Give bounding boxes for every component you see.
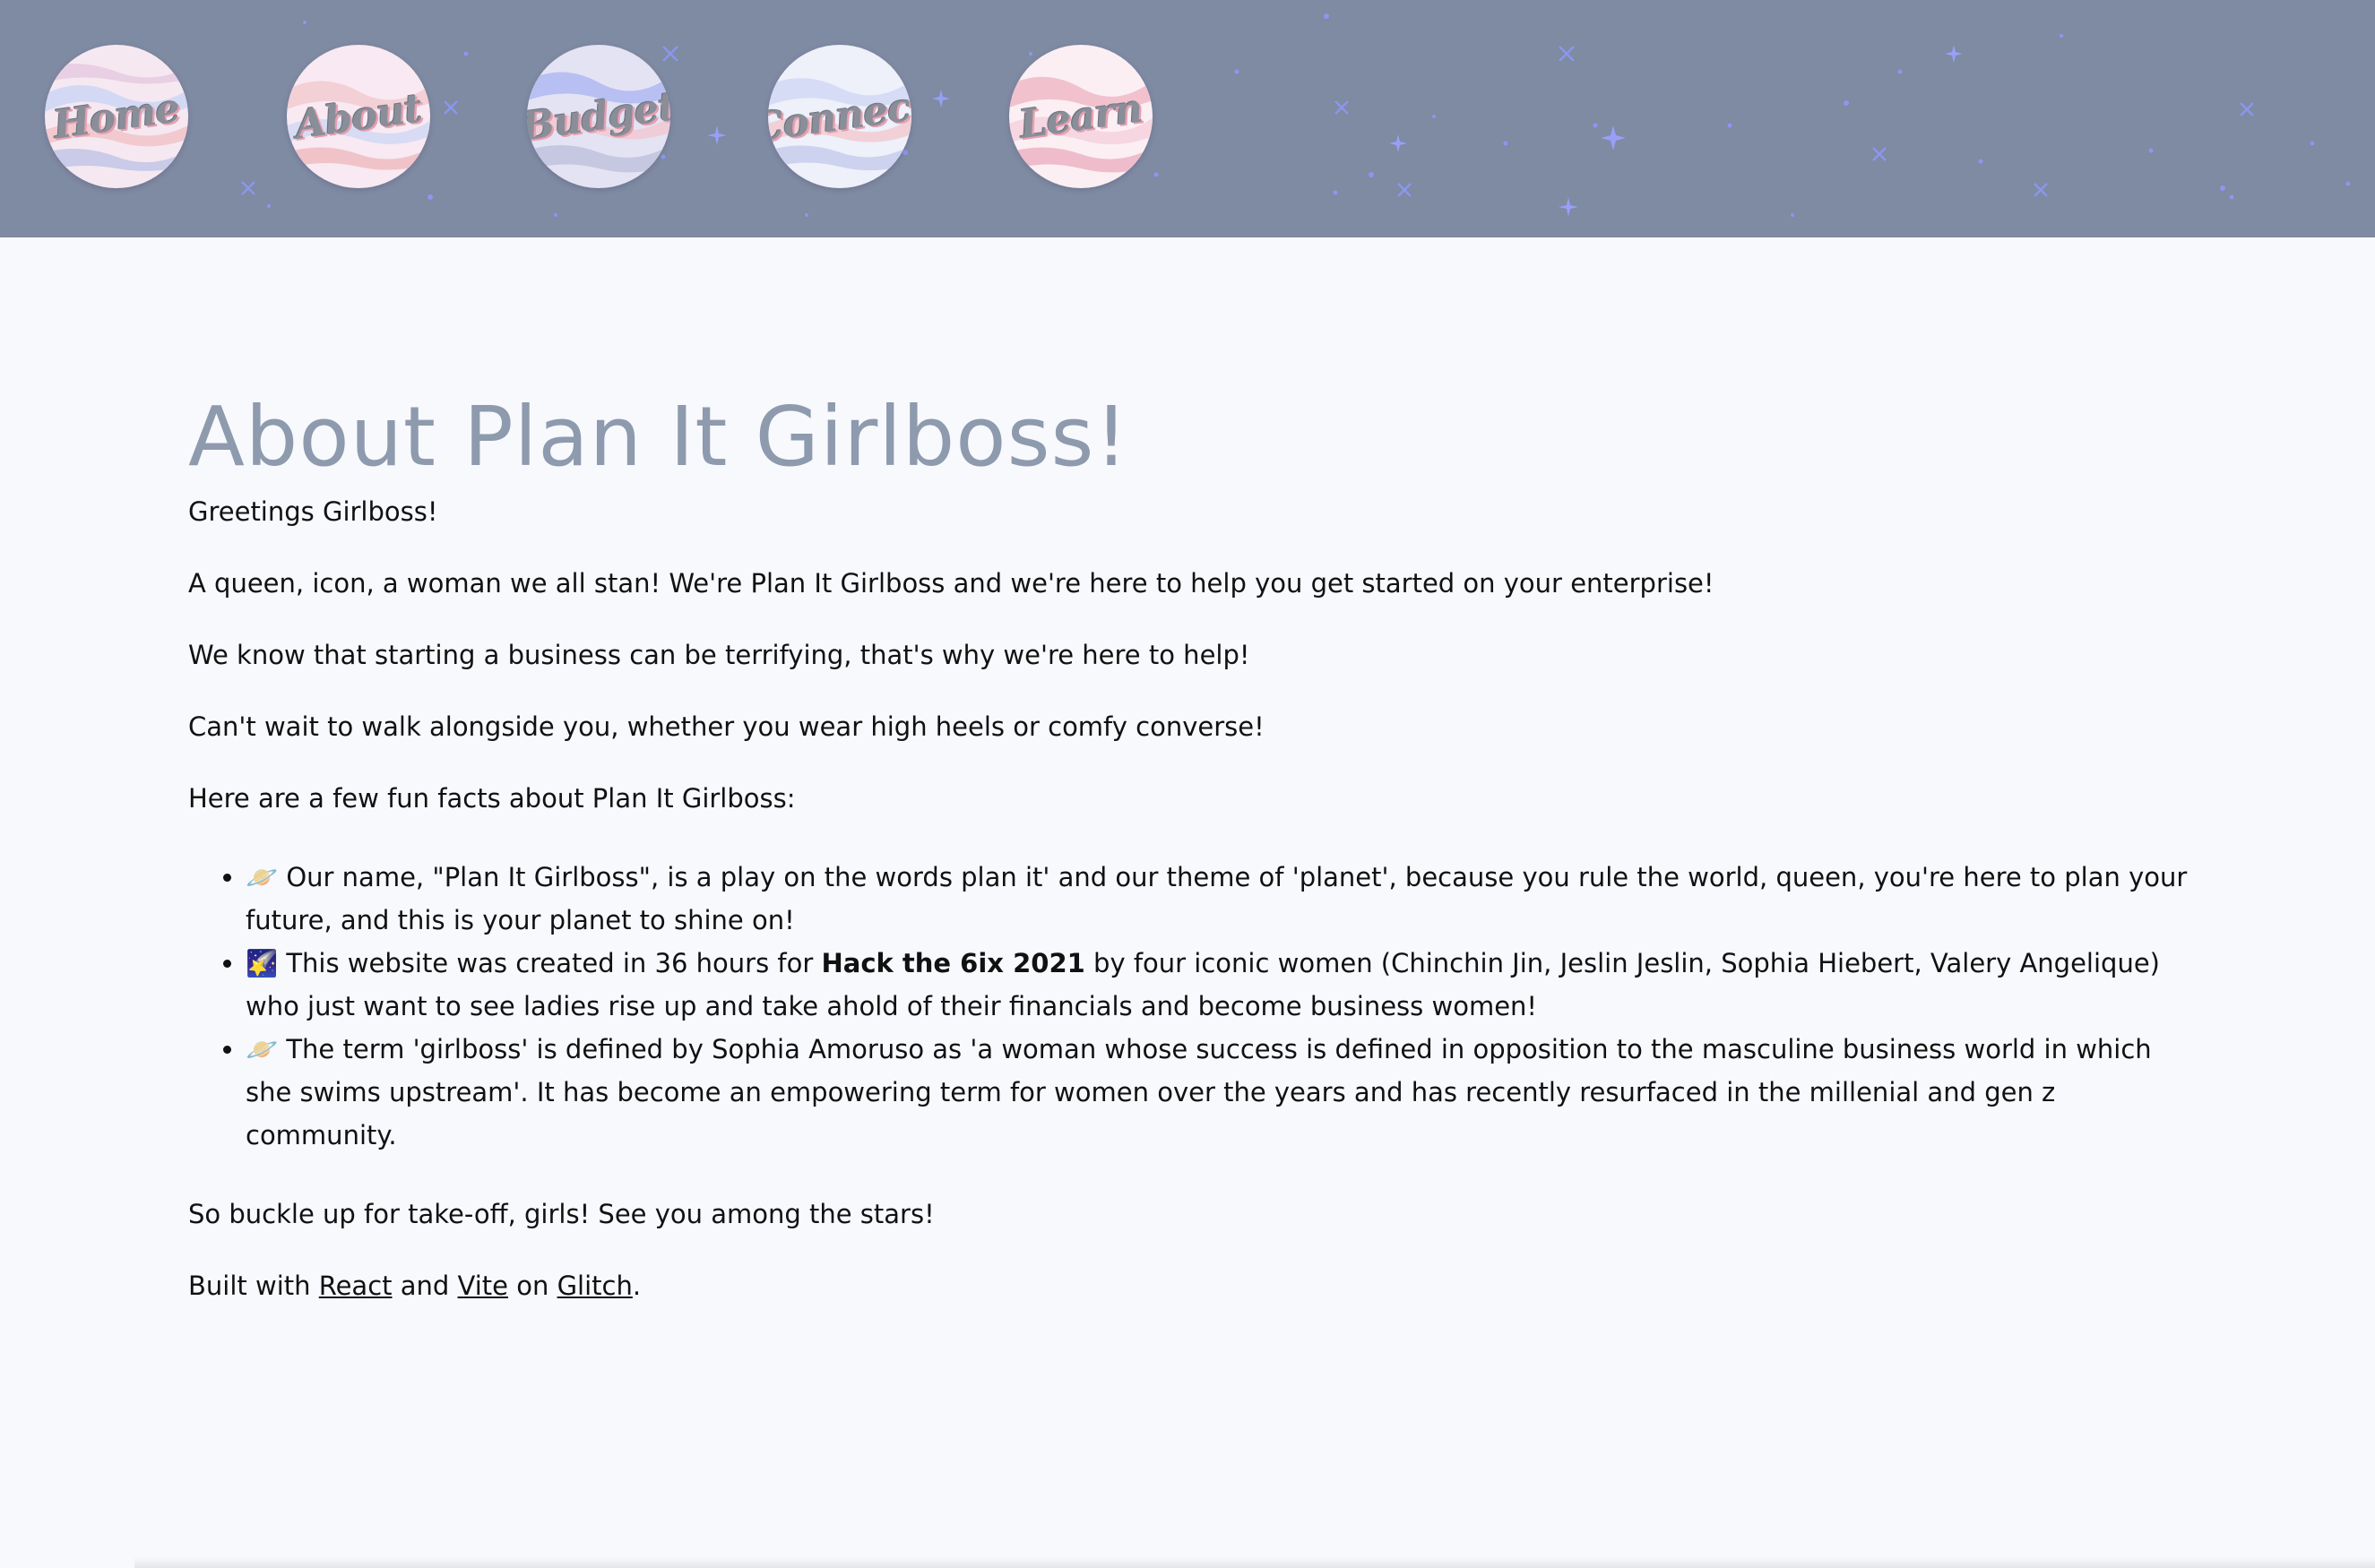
shooting-star-icon: 🌠 xyxy=(246,948,279,978)
facts-intro: Here are a few fun facts about Plan It G… xyxy=(188,783,796,814)
nav-about-button[interactable]: About xyxy=(287,45,430,188)
greeting-text: Greetings Girlboss! xyxy=(188,496,438,527)
about-section: About Plan It Girlboss! Greetings Girlbo… xyxy=(188,385,2205,1343)
ringed-planet-icon: 🪐 xyxy=(246,1034,279,1064)
nav-home-button[interactable]: Home xyxy=(45,45,188,188)
vite-link[interactable]: Vite xyxy=(458,1271,508,1301)
nav-connect-button[interactable]: Connect xyxy=(768,45,911,188)
react-link[interactable]: React xyxy=(319,1271,393,1301)
hackathon-name: Hack the 6ix 2021 xyxy=(821,948,1085,978)
glitch-link[interactable]: Glitch xyxy=(557,1271,633,1301)
fun-facts-list: 🪐 Our name, "Plan It Girlboss", is a pla… xyxy=(188,856,2205,1157)
help-paragraph: We know that starting a business can be … xyxy=(188,640,1250,670)
list-item: 🪐 Our name, "Plan It Girlboss", is a pla… xyxy=(246,856,2205,942)
list-item: 🪐 The term 'girlboss' is defined by Soph… xyxy=(246,1028,2205,1157)
built-with-line: Built with React and Vite on Glitch. xyxy=(188,1271,642,1301)
page-title: About Plan It Girlboss! xyxy=(188,389,1129,485)
nav-budget-button[interactable]: Budget xyxy=(527,45,670,188)
closing-text: So buckle up for take-off, girls! See yo… xyxy=(188,1199,935,1229)
walk-paragraph: Can't wait to walk alongside you, whethe… xyxy=(188,711,1265,742)
list-item: 🌠 This website was created in 36 hours f… xyxy=(246,942,2205,1028)
ringed-planet-icon: 🪐 xyxy=(246,862,279,892)
intro-paragraph: A queen, icon, a woman we all stan! We'r… xyxy=(188,568,1714,599)
nav-learn-button[interactable]: Learn xyxy=(1009,45,1153,188)
header-nav-bar: Home About Budget Connect Learn xyxy=(0,0,2375,237)
footer-shadow xyxy=(134,1557,2375,1568)
